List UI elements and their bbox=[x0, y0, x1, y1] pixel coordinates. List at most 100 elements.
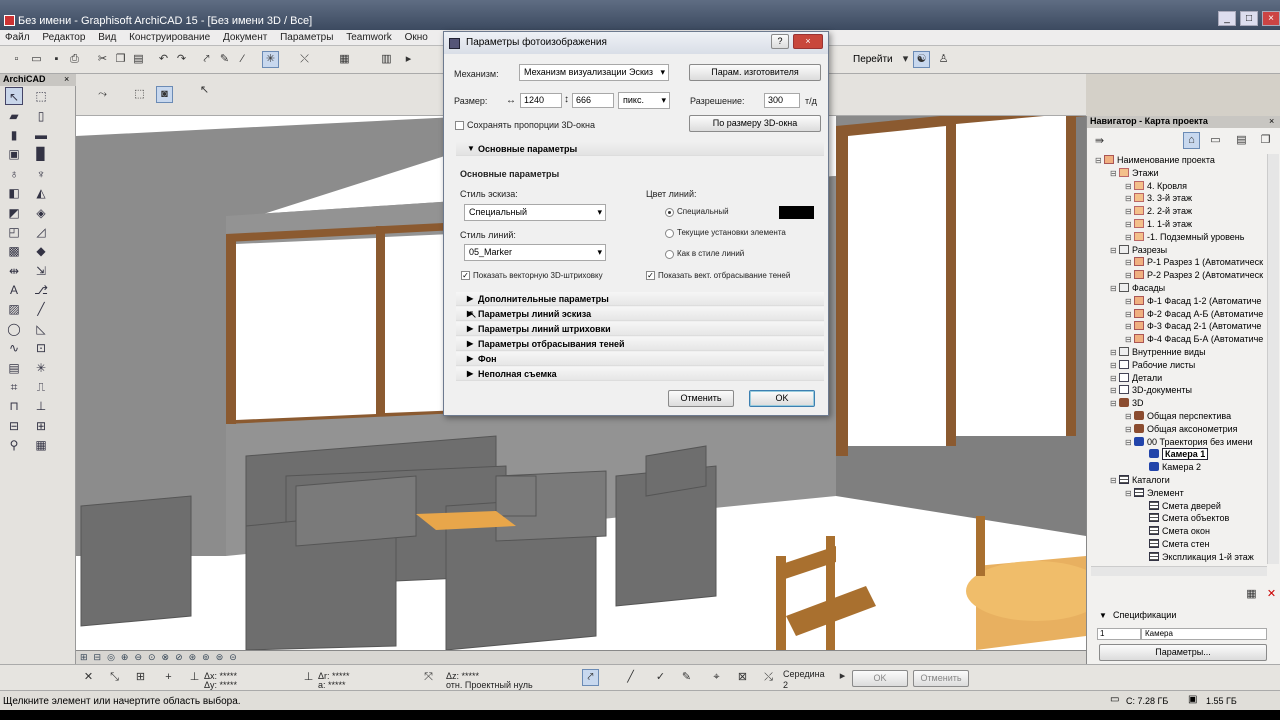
tree-item[interactable]: Смета объектов bbox=[1140, 512, 1229, 525]
coord-cancel-button[interactable]: Отменить bbox=[913, 670, 969, 687]
radio-linestyle[interactable] bbox=[665, 250, 674, 259]
radio-current[interactable] bbox=[665, 229, 674, 238]
tree-toggle-icon[interactable]: ⊟ bbox=[1125, 218, 1134, 231]
tree-item[interactable]: Смета окон bbox=[1140, 525, 1210, 538]
tree-item[interactable]: Камера 2 bbox=[1140, 461, 1201, 474]
menu-design[interactable]: Конструирование bbox=[124, 30, 215, 43]
pointer-icon[interactable]: ↖ bbox=[196, 82, 213, 99]
slab-tool-icon[interactable]: ◧ bbox=[5, 184, 23, 202]
toolbox-close-icon[interactable]: × bbox=[64, 74, 69, 84]
tree-toggle-icon[interactable]: ⊟ bbox=[1125, 320, 1134, 333]
tree-item[interactable]: ⊟ 4. Кровля bbox=[1125, 180, 1187, 193]
hotspot-tool-icon[interactable]: ⊡ bbox=[32, 339, 50, 357]
tree-item[interactable]: ⊟ Детали bbox=[1110, 372, 1162, 385]
menu-edit[interactable]: Редактор bbox=[37, 30, 90, 43]
column-tool-icon[interactable]: ▮ bbox=[5, 126, 23, 144]
spec-id-field[interactable]: 1 bbox=[1097, 628, 1141, 640]
vector-shadow-checkbox[interactable]: ✓ bbox=[646, 271, 655, 280]
skylight-tool-icon[interactable]: ◈ bbox=[32, 204, 50, 222]
elevation-tool-icon[interactable]: ⎍ bbox=[32, 378, 50, 396]
plus-icon[interactable]: + bbox=[160, 669, 177, 686]
radio-special[interactable] bbox=[665, 208, 674, 217]
worksheet-tool-icon[interactable]: ⊥ bbox=[32, 397, 50, 415]
midpoint-arrow-icon[interactable]: ▸ bbox=[834, 668, 851, 685]
sketch-style-select[interactable]: Специальный bbox=[464, 204, 606, 221]
marquee-single-icon[interactable]: ⬚ bbox=[131, 86, 148, 103]
close-button[interactable]: × bbox=[1262, 11, 1280, 26]
basic-section-header[interactable]: ▼ Основные параметры bbox=[456, 142, 824, 156]
line-color-swatch[interactable] bbox=[779, 206, 814, 219]
align-icon[interactable]: ▦ bbox=[336, 51, 353, 68]
cut-icon[interactable]: ✂ bbox=[94, 51, 111, 68]
width-input[interactable]: 1240 bbox=[520, 93, 562, 108]
tree-toggle-icon[interactable]: ⊟ bbox=[1125, 423, 1134, 436]
copy-icon[interactable]: ❐ bbox=[112, 51, 129, 68]
tree-toggle-icon[interactable]: ⊟ bbox=[1110, 359, 1119, 372]
tree-toggle-icon[interactable]: ⊟ bbox=[1110, 282, 1119, 295]
goto-menu[interactable]: Перейти bbox=[853, 54, 893, 65]
arrow-tool-icon[interactable]: ▸ bbox=[400, 51, 417, 68]
tree-toggle-icon[interactable]: ⊟ bbox=[1110, 244, 1119, 257]
layer-icon[interactable]: ▥ bbox=[378, 51, 395, 68]
parallel-icon[interactable]: ╱ bbox=[622, 669, 639, 686]
parameters-button[interactable]: Параметры... bbox=[1099, 644, 1267, 661]
tree-item[interactable]: ⊟ Ф-3 Фасад 2-1 (Автоматиче bbox=[1125, 320, 1261, 333]
tree-toggle-icon[interactable]: ⊟ bbox=[1125, 205, 1134, 218]
relative-construct-icon[interactable]: ⤤ bbox=[582, 669, 599, 686]
ok-button[interactable]: OK bbox=[749, 390, 815, 407]
grid-snap-icon[interactable]: ⊞ bbox=[132, 669, 149, 686]
save-icon[interactable]: ▪ bbox=[48, 51, 65, 68]
marquee-tool-icon[interactable]: ⬚ bbox=[32, 87, 50, 105]
lock-icon[interactable]: ⊥ bbox=[186, 669, 203, 686]
detail-tool-icon[interactable]: ⊟ bbox=[5, 417, 23, 435]
tree-item[interactable]: ⊟ 00 Траектория без имени bbox=[1125, 436, 1253, 449]
tree-item[interactable]: ⊟ Р-2 Разрез 2 (Автоматическ bbox=[1125, 269, 1263, 282]
coord-ok-button[interactable]: OK bbox=[852, 670, 908, 687]
tree-toggle-icon[interactable]: ⊟ bbox=[1125, 192, 1134, 205]
inject-icon[interactable]: ✎ bbox=[216, 51, 233, 68]
polyline-tool-icon[interactable]: ◺ bbox=[32, 320, 50, 338]
tree-item[interactable]: ⊟ 3D bbox=[1110, 397, 1144, 410]
check-icon[interactable]: ✓ bbox=[652, 669, 669, 686]
dimension-tool-icon[interactable]: ⇹ bbox=[5, 262, 23, 280]
height-input[interactable]: 666 bbox=[572, 93, 614, 108]
tree-item[interactable]: Экспликация 1-й этаж bbox=[1140, 551, 1254, 564]
guide-lines-icon[interactable]: ⤬ bbox=[296, 51, 313, 68]
polar-lock-icon[interactable]: ⊥ bbox=[300, 669, 317, 686]
line-style-select[interactable]: 05_Marker bbox=[464, 244, 606, 261]
navigator-close-icon[interactable]: × bbox=[1269, 116, 1274, 126]
paste-icon[interactable]: ▤ bbox=[130, 51, 147, 68]
open-file-icon[interactable]: ▭ bbox=[28, 51, 45, 68]
specs-expand-icon[interactable]: ▼ bbox=[1099, 611, 1107, 620]
section-tool-icon[interactable]: ⌗ bbox=[5, 378, 23, 396]
tree-toggle-icon[interactable]: ⊟ bbox=[1110, 372, 1119, 385]
mechanism-select[interactable]: Механизм визуализации Эскиз bbox=[519, 64, 669, 81]
drawing-tool-icon[interactable]: ✳ bbox=[32, 359, 50, 377]
menu-window[interactable]: Окно bbox=[400, 30, 433, 43]
keep-ratio-checkbox[interactable] bbox=[455, 121, 464, 130]
menu-teamwork[interactable]: Teamwork bbox=[341, 30, 397, 43]
tree-toggle-icon[interactable]: ⊟ bbox=[1125, 231, 1134, 244]
grid-tool-icon[interactable]: ▦ bbox=[32, 436, 50, 454]
tree-toggle-icon[interactable]: ⊟ bbox=[1125, 180, 1134, 193]
tree-item[interactable]: ⊟ -1. Подземный уровень bbox=[1125, 231, 1244, 244]
tree-scrollbar[interactable] bbox=[1267, 154, 1279, 564]
snap-guides-icon[interactable]: ⊠ bbox=[734, 669, 751, 686]
goto-dropdown-icon[interactable]: ▾ bbox=[897, 51, 914, 68]
camera-tool-icon[interactable]: ⚲ bbox=[5, 436, 23, 454]
tree-item[interactable]: ⊟ Рабочие листы bbox=[1110, 359, 1195, 372]
label-tool-icon[interactable]: ⎇ bbox=[32, 281, 50, 299]
midpoint-snap-icon[interactable]: ⤯ bbox=[760, 669, 777, 686]
tree-item[interactable]: ⊟ 3. 3-й этаж bbox=[1125, 192, 1192, 205]
z-snap-icon[interactable]: ⤧ bbox=[420, 669, 437, 686]
curtain-wall-tool-icon[interactable]: ▩ bbox=[5, 242, 23, 260]
tree-item[interactable]: ⊟ Этажи bbox=[1110, 167, 1159, 180]
tree-item[interactable]: Камера 1 bbox=[1140, 448, 1209, 461]
spec-name-field[interactable]: Камера bbox=[1141, 628, 1267, 640]
tree-item[interactable]: ⊟ Каталоги bbox=[1110, 474, 1170, 487]
marquee-multi-icon[interactable]: ◙ bbox=[156, 86, 173, 103]
geometry-method-icon[interactable]: ⤳ bbox=[94, 86, 111, 103]
delete-view-icon[interactable]: ✕ bbox=[1263, 586, 1280, 603]
menu-view[interactable]: Вид bbox=[93, 30, 121, 43]
tree-toggle-icon[interactable]: ⊟ bbox=[1125, 410, 1134, 423]
